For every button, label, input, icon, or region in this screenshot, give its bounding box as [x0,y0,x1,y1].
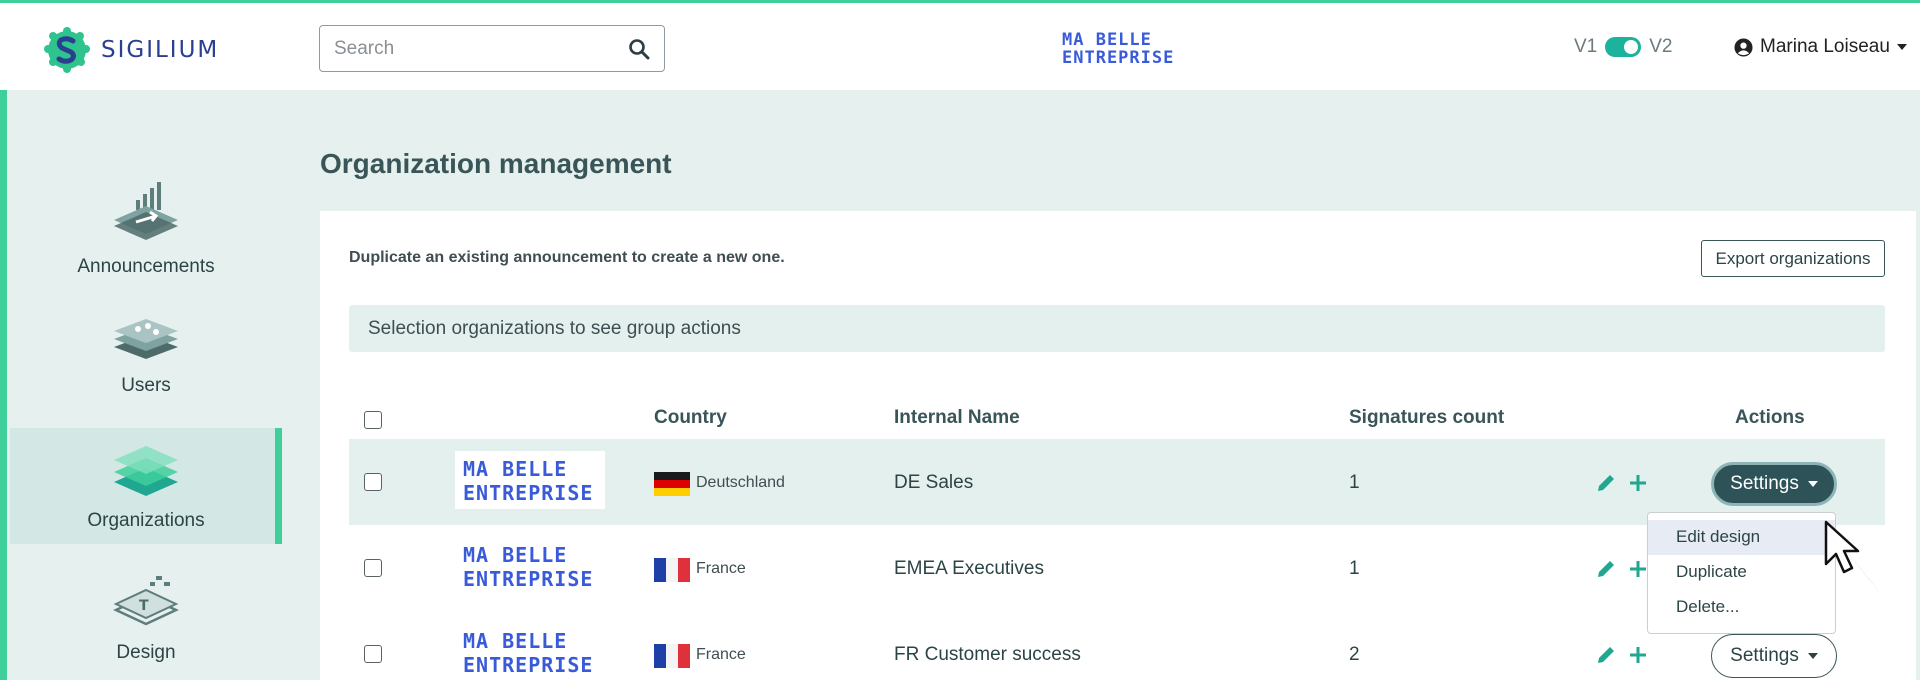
mouse-pointer-icon [1824,520,1882,595]
design-icon: T [113,576,179,626]
organization-logo-line2: ENTREPRISE [463,481,594,505]
plus-icon[interactable] [1627,558,1649,580]
france-flag-icon [654,558,690,582]
settings-button[interactable]: Settings [1711,634,1837,678]
organization-logo: MA BELLE ENTREPRISE [455,537,605,595]
organization-logo-line1: MA BELLE [463,457,568,481]
sigilium-logo[interactable]: SIGILIUM [43,27,219,73]
sidebar-item-label: Design [116,642,176,663]
column-header-country: Country [654,407,727,428]
column-header-internal-name: Internal Name [894,407,1020,428]
sidebar-item-organizations[interactable]: Organizations [10,428,282,544]
version-right-label: V2 [1649,36,1673,57]
settings-button[interactable]: Settings [1711,462,1837,506]
internal-name: FR Customer success [894,644,1081,665]
signatures-count: 1 [1349,472,1360,493]
plus-icon[interactable] [1627,472,1649,494]
user-name: Marina Loiseau [1760,36,1890,57]
company-logo-line2: ENTREPRISE [1062,48,1175,68]
sidebar-item-label: Announcements [77,256,215,277]
signatures-count: 2 [1349,644,1360,665]
pencil-icon[interactable] [1595,558,1617,580]
export-organizations-button[interactable]: Export organizations [1701,240,1885,277]
organization-logo-line2: ENTREPRISE [463,653,594,677]
signatures-count: 1 [1349,558,1360,579]
menu-item-duplicate[interactable]: Duplicate [1648,555,1835,590]
organization-logo-line2: ENTREPRISE [463,567,594,591]
group-actions-text: Selection organizations to see group act… [368,318,741,339]
menu-item-delete[interactable]: Delete... [1648,590,1835,625]
country-name: France [696,646,746,663]
user-menu[interactable]: Marina Loiseau [1734,36,1907,58]
internal-name: EMEA Executives [894,558,1044,579]
caret-down-icon [1807,481,1818,487]
sidebar-item-label: Users [121,375,171,396]
top-bar: SIGILIUM MA BELLE ENTREPRISE V1 V2 Marin… [0,0,1920,90]
version-switch: V1 V2 [1574,36,1673,58]
organization-logo: MA BELLE ENTREPRISE [455,623,605,680]
column-header-actions: Actions [1735,407,1805,428]
pencil-icon[interactable] [1595,644,1617,666]
organization-logo-line1: MA BELLE [463,629,568,653]
group-actions-bar: Selection organizations to see group act… [349,305,1885,352]
sidebar-item-design[interactable]: T Design [10,570,282,680]
row-checkbox[interactable] [364,473,382,491]
settings-dropdown-menu: Edit design Duplicate Delete... [1647,512,1836,634]
menu-item-edit-design[interactable]: Edit design [1648,520,1835,555]
country-name: France [696,560,746,577]
sigilium-logo-icon [44,27,90,73]
user-circle-icon [1734,37,1753,57]
organization-logo-line1: MA BELLE [463,543,568,567]
france-flag-icon [654,644,690,668]
settings-button-label: Settings [1730,645,1799,666]
page-title: Organization management [320,148,672,179]
sidebar-accent-edge [0,90,7,680]
sidebar-item-label: Organizations [87,510,205,531]
search-box [319,25,665,72]
sidebar-item-users[interactable]: Users [10,313,282,403]
brand-name: SIGILIUM [101,37,220,63]
version-toggle[interactable] [1605,37,1642,57]
column-header-signatures-count: Signatures count [1349,407,1505,428]
search-input[interactable] [334,36,614,62]
company-logo: MA BELLE ENTREPRISE [1062,31,1174,67]
version-left-label: V1 [1574,36,1598,57]
hint-text: Duplicate an existing announcement to cr… [349,249,785,266]
plus-icon[interactable] [1627,644,1649,666]
country-name: Deutschland [696,474,785,491]
search-icon[interactable] [628,38,650,60]
caret-down-icon [1807,653,1818,659]
settings-button-label: Settings [1730,473,1799,494]
internal-name: DE Sales [894,472,974,493]
select-all-checkbox[interactable] [364,411,382,429]
row-checkbox[interactable] [364,559,382,577]
svg-text:T: T [139,598,149,614]
users-icon [114,319,178,359]
chevron-down-icon [1896,44,1907,50]
germany-flag-icon [654,472,690,496]
pencil-icon[interactable] [1595,472,1617,494]
organization-logo: MA BELLE ENTREPRISE [455,451,605,509]
announcement-icon [114,182,178,240]
company-logo-line1: MA BELLE [1062,30,1152,50]
sidebar-item-announcements[interactable]: Announcements [10,170,282,280]
organizations-icon [114,446,178,496]
row-checkbox[interactable] [364,645,382,663]
